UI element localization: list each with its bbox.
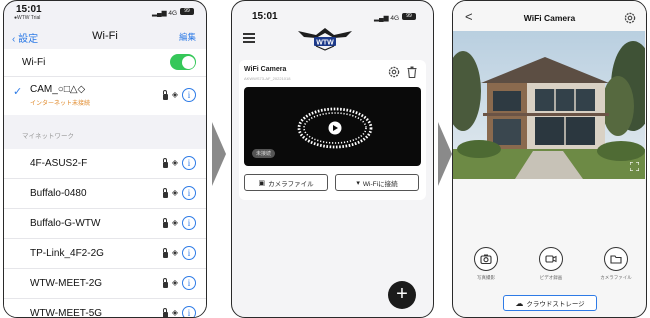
network-name: WTW-MEET-5G: [30, 308, 103, 318]
battery-icon: 99: [180, 8, 194, 15]
control-label: カメラファイル: [600, 275, 632, 280]
network-row[interactable]: Buffalo-G-WTW ◈ i: [4, 209, 206, 239]
info-icon[interactable]: i: [182, 156, 196, 170]
wtw-logo: WTW: [298, 28, 352, 51]
status-time: 15:01: [16, 4, 42, 15]
wifi-toggle-label: Wi-Fi: [22, 57, 46, 68]
camera-name: WiFi Camera: [244, 66, 287, 73]
camera-id: AKWWS73-AF_20221018: [244, 76, 291, 81]
info-icon[interactable]: i: [182, 88, 196, 102]
network-row[interactable]: TP-Link_4F2-2G ◈ i: [4, 239, 206, 269]
connect-wifi-button[interactable]: ▾ Wi-Fiに接続: [335, 174, 419, 191]
network-row[interactable]: Buffalo-0480 ◈ i: [4, 179, 206, 209]
network-row[interactable]: WTW-MEET-2G ◈ i: [4, 269, 206, 299]
checkmark-icon: ✓: [13, 86, 23, 98]
wifi-icon: ◈: [171, 308, 178, 317]
section-label: マイネットワーク: [22, 133, 74, 140]
network-name: 4F-ASUS2-F: [30, 158, 88, 169]
menu-icon[interactable]: [243, 33, 255, 43]
wifi-icon: ◈: [171, 158, 178, 167]
battery-icon: 99: [402, 13, 416, 20]
page-title: Wi-Fi: [92, 30, 118, 42]
info-icon[interactable]: i: [182, 246, 196, 260]
record-video-button[interactable]: ビデオ録画: [531, 247, 571, 281]
network-row[interactable]: 4F-ASUS2-F ◈ i: [4, 149, 206, 179]
wifi-toggle[interactable]: [170, 54, 196, 70]
folder-icon: ▣: [258, 179, 266, 187]
house-photo: [453, 31, 645, 179]
settings-gear-icon[interactable]: [624, 12, 636, 24]
network-name: Buffalo-G-WTW: [30, 218, 101, 229]
edit-button[interactable]: 編集: [179, 31, 196, 43]
settings-gear-icon[interactable]: [388, 66, 400, 78]
network-name: WTW-MEET-2G: [30, 278, 103, 289]
fullscreen-icon[interactable]: [630, 162, 639, 171]
wifi-settings-screen: 15:01 ▂▄▆ 4G 99 ●WTW Trial ‹ 設定 Wi-Fi 編集…: [3, 0, 207, 318]
signal-indicator: ▂▄▆ 4G: [152, 10, 178, 17]
trash-icon[interactable]: [407, 66, 417, 78]
live-camera-feed[interactable]: [453, 31, 645, 179]
status-time: 15:01: [252, 11, 278, 22]
app-home-screen: 15:01 ▂▄▆ 4G 99 WTW WiFi Camera AKWWS73-…: [231, 0, 434, 318]
video-preview[interactable]: 未接続: [244, 87, 421, 166]
wifi-main-group: Wi-Fi ✓ CAM_○□△◇ インターネット未接続 ◈ i: [4, 49, 206, 115]
offline-badge: 未接続: [252, 149, 276, 158]
wifi-icon: ▾: [356, 179, 360, 187]
lock-icon: [162, 187, 168, 198]
camera-view-screen: < WiFi Camera 写真撮影 ビデオ録画 カメラファイル ☁ クラウドス…: [452, 0, 647, 318]
lock-icon: [162, 307, 168, 317]
wifi-icon: ◈: [171, 188, 178, 197]
lock-icon: [162, 157, 168, 168]
info-icon[interactable]: i: [182, 306, 196, 317]
connected-network-name: CAM_○□△◇: [30, 84, 86, 95]
step-arrow-icon: [212, 122, 226, 186]
wifi-icon: ◈: [171, 90, 178, 99]
camera-files-button[interactable]: カメラファイル: [596, 247, 636, 281]
svg-text:WTW: WTW: [316, 40, 334, 47]
wifi-icon: ◈: [171, 218, 178, 227]
connected-network-row[interactable]: ✓ CAM_○□△◇ インターネット未接続 ◈ i: [4, 77, 206, 115]
add-camera-button[interactable]: +: [388, 281, 416, 309]
info-icon[interactable]: i: [182, 276, 196, 290]
network-row[interactable]: WTW-MEET-5G ◈ i: [4, 299, 206, 318]
status-bar: 15:01 ▂▄▆ 4G 99: [232, 1, 433, 23]
video-icon: [539, 247, 563, 271]
network-name: Buffalo-0480: [30, 188, 87, 199]
folder-icon: [604, 247, 628, 271]
connected-network-status: インターネット未接続: [30, 101, 91, 107]
control-label: 写真撮影: [477, 275, 495, 280]
header: < WiFi Camera: [453, 1, 646, 31]
info-icon[interactable]: i: [182, 216, 196, 230]
wifi-icon: ◈: [171, 278, 178, 287]
network-list: 4F-ASUS2-F ◈ i Buffalo-0480 ◈ i Buffalo-G-…: [4, 149, 206, 318]
cloud-icon: ☁: [515, 298, 524, 308]
play-icon[interactable]: [295, 105, 375, 151]
control-label: ビデオ録画: [539, 275, 563, 280]
cloud-storage-button[interactable]: ☁ クラウドストレージ: [503, 295, 597, 311]
carrier-label: ●WTW Trial: [14, 15, 41, 21]
nav-bar: ‹ 設定 Wi-Fi 編集: [4, 27, 206, 47]
network-name: TP-Link_4F2-2G: [30, 248, 104, 259]
wifi-icon: ◈: [171, 248, 178, 257]
take-photo-button[interactable]: 写真撮影: [466, 247, 506, 281]
lock-icon: [162, 217, 168, 228]
lock-icon: [162, 247, 168, 258]
info-icon[interactable]: i: [182, 186, 196, 200]
page-title: WiFi Camera: [523, 13, 576, 23]
camera-card[interactable]: WiFi Camera AKWWS73-AF_20221018 未接続 ▣ カメ…: [239, 60, 426, 200]
wifi-toggle-row: Wi-Fi: [4, 49, 206, 77]
camera-icon: [474, 247, 498, 271]
lock-icon: [162, 277, 168, 288]
signal-indicator: ▂▄▆ 4G: [374, 15, 400, 22]
camera-files-button[interactable]: ▣ カメラファイル: [244, 174, 328, 191]
lock-icon: [162, 89, 168, 100]
